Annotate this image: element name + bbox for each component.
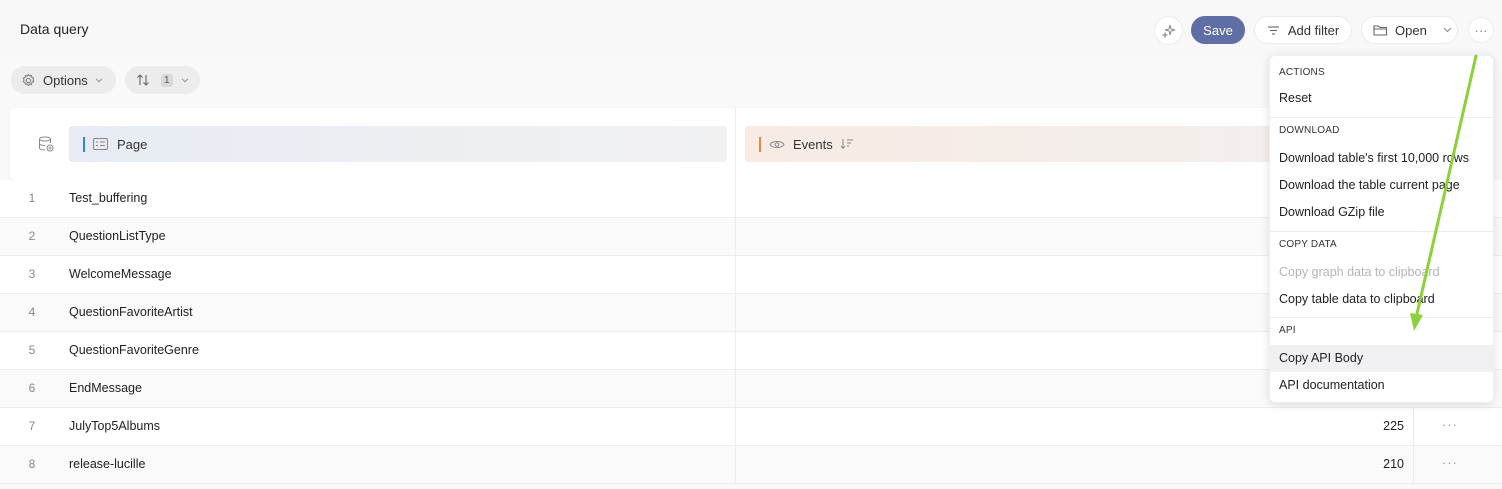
page-column-accent [83, 136, 85, 152]
column-divider [735, 332, 736, 370]
gear-icon [22, 73, 35, 86]
sparkle-icon [1161, 24, 1175, 38]
row-more-icon[interactable]: ··· [1442, 455, 1458, 470]
folder-icon [1373, 25, 1388, 36]
top-bar: Data query Save Add filter Open ··· [0, 0, 1502, 56]
column-divider [735, 446, 736, 484]
page-cell: EndMessage [69, 381, 142, 395]
row-number: 7 [28, 419, 36, 433]
add-filter-label: Add filter [1287, 22, 1340, 38]
chevron-down-icon [95, 78, 103, 82]
page-cell: WelcomeMessage [69, 267, 172, 281]
save-button[interactable]: Save [1191, 16, 1245, 44]
options-label: Options [43, 72, 88, 88]
column-divider [1413, 446, 1414, 484]
menu-section-title: API [1279, 325, 1296, 336]
row-number: 4 [28, 305, 36, 319]
column-divider [735, 180, 736, 218]
column-divider [735, 256, 736, 294]
more-options-button[interactable]: ··· [1468, 17, 1494, 43]
page-cell: JulyTop5Albums [69, 419, 161, 433]
open-button[interactable]: Open [1361, 16, 1458, 44]
events-column-accent [759, 136, 761, 152]
events-cell: 225 [1383, 419, 1404, 433]
column-divider [735, 218, 736, 256]
page-cell: QuestionFavoriteArtist [69, 305, 193, 319]
row-number: 2 [28, 229, 36, 243]
table-row[interactable]: 8 release-lucille 210 ··· [0, 446, 1502, 484]
menu-section-title: COPY DATA [1279, 239, 1337, 250]
row-number: 1 [28, 191, 36, 205]
menu-section-title: ACTIONS [1279, 67, 1325, 78]
column-divider [735, 108, 736, 180]
page-cell: release-lucille [69, 457, 146, 471]
menu-item-download-gzip[interactable]: Download GZip file [1270, 199, 1495, 226]
open-label: Open [1395, 22, 1427, 38]
options-button[interactable]: Options [11, 66, 116, 94]
page-cell: Test_buffering [69, 191, 148, 205]
column-header-page[interactable]: Page [69, 126, 727, 162]
sort-icon [137, 74, 149, 86]
list-icon [93, 138, 108, 150]
menu-section-title: DOWNLOAD [1279, 125, 1340, 136]
more-options-menu: ACTIONS Reset DOWNLOAD Download table's … [1269, 55, 1495, 403]
table-header: Page Events [10, 108, 1414, 180]
sort-button[interactable]: 1 [125, 66, 200, 94]
sort-desc-icon[interactable] [840, 138, 854, 150]
table-row[interactable]: 7 JulyTop5Albums 225 ··· [0, 408, 1502, 446]
row-number: 6 [28, 381, 36, 395]
menu-item-download-first-rows[interactable]: Download table's first 10,000 rows [1270, 145, 1495, 172]
column-divider [735, 294, 736, 332]
eye-icon [769, 140, 785, 148]
chevron-down-icon [1443, 27, 1452, 33]
database-icon[interactable] [37, 135, 55, 153]
row-number: 3 [28, 267, 36, 281]
ai-assist-button[interactable] [1154, 16, 1183, 45]
column-header-page-label: Page [117, 136, 148, 152]
row-number: 5 [28, 343, 36, 357]
page-title: Data query [20, 21, 89, 37]
menu-item-api-documentation[interactable]: API documentation [1270, 372, 1495, 399]
filter-icon [1267, 25, 1279, 35]
row-more-icon[interactable]: ··· [1442, 417, 1458, 432]
column-divider [1413, 408, 1414, 446]
menu-item-reset[interactable]: Reset [1270, 85, 1495, 112]
menu-item-copy-table-data[interactable]: Copy table data to clipboard [1270, 286, 1495, 313]
row-number: 8 [28, 457, 36, 471]
add-filter-button[interactable]: Add filter [1254, 16, 1352, 44]
page-cell: QuestionFavoriteGenre [69, 343, 199, 357]
menu-section-copy-data: COPY DATA Copy graph data to clipboard C… [1270, 232, 1495, 313]
menu-item-copy-graph-data: Copy graph data to clipboard [1279, 265, 1440, 279]
menu-section-actions: ACTIONS Reset [1270, 56, 1495, 112]
column-divider [735, 408, 736, 446]
menu-section-download: DOWNLOAD Download table's first 10,000 r… [1270, 118, 1495, 226]
menu-item-download-current-page[interactable]: Download the table current page [1270, 172, 1495, 199]
menu-section-api: API Copy API Body API documentation [1270, 318, 1495, 399]
menu-item-copy-api-body[interactable]: Copy API Body [1270, 345, 1495, 372]
chevron-down-icon [181, 78, 188, 82]
sort-count-badge: 1 [161, 73, 173, 87]
column-divider [735, 370, 736, 408]
more-icon: ··· [1474, 22, 1488, 38]
column-header-events-label: Events [793, 136, 833, 152]
page-cell: QuestionListType [69, 229, 166, 243]
events-cell: 210 [1383, 457, 1404, 471]
